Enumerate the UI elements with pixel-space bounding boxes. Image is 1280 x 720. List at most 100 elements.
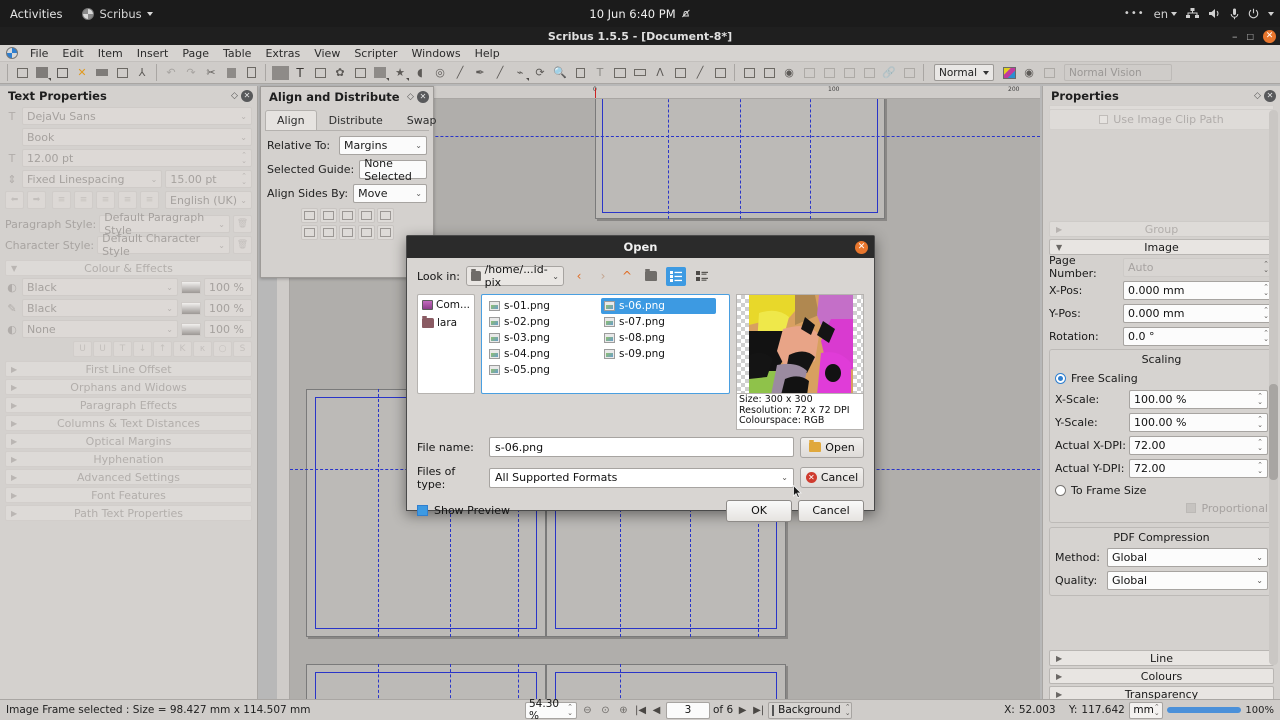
fill-colour-select[interactable]: Black ⌄ (22, 278, 178, 296)
menu-extras[interactable]: Extras (258, 45, 307, 62)
colour-effects-section[interactable]: ▼ Colour & Effects (5, 260, 252, 276)
file-item[interactable]: s-02.png (486, 314, 601, 330)
align-tops-to-bottom-icon[interactable] (376, 225, 394, 240)
stroke-shade-input[interactable]: 100 % (204, 299, 252, 317)
insert-image-frame-icon[interactable] (310, 63, 330, 82)
menu-scripter[interactable]: Scripter (347, 45, 404, 62)
cut-icon[interactable]: ✂ (201, 63, 221, 82)
redo-icon[interactable]: ↷ (181, 63, 201, 82)
align-bottoms-icon[interactable] (357, 225, 375, 240)
language-select[interactable]: English (UK) ⌄ (165, 191, 252, 209)
background-colour-select[interactable]: None ⌄ (22, 320, 178, 338)
visual-appearance-icon[interactable] (1039, 63, 1059, 82)
eyedropper-icon[interactable]: ╱ (690, 63, 710, 82)
align-right-icon[interactable]: ≡ (96, 191, 115, 209)
manage-images-icon[interactable] (710, 63, 730, 82)
proportional-checkbox[interactable]: Proportional (1055, 499, 1268, 517)
menu-help[interactable]: Help (468, 45, 507, 62)
checkbox-icon[interactable] (417, 505, 428, 516)
font-style-select[interactable]: Book ⌄ (22, 128, 252, 146)
back-icon[interactable]: ‹ (570, 267, 588, 285)
background-shade-input[interactable]: 100 % (204, 320, 252, 338)
pdf-text-annotation-icon[interactable] (859, 63, 879, 82)
pdf-link-annotation-icon[interactable]: 🔗 (879, 63, 899, 82)
center-vertically-icon[interactable] (338, 225, 356, 240)
file-item-selected[interactable]: s-06.png (601, 298, 716, 314)
zoom-in-icon[interactable]: ⊕ (616, 703, 631, 718)
insert-shape-icon[interactable] (370, 63, 390, 82)
measurements-icon[interactable]: Λ (650, 63, 670, 82)
float-panel-icon[interactable]: ◇ (228, 89, 241, 102)
menu-file[interactable]: File (23, 45, 55, 62)
close-icon[interactable]: ✕ (1264, 89, 1276, 102)
section-optical-margins[interactable]: ▶ Optical Margins (5, 433, 252, 449)
section-paragraph-effects[interactable]: ▶ Paragraph Effects (5, 397, 252, 413)
print-icon[interactable] (92, 63, 112, 82)
edit-text-story-editor-icon[interactable]: T (590, 63, 610, 82)
file-item[interactable]: s-05.png (486, 362, 601, 378)
font-family-select[interactable]: DejaVu Sans ⌄ (22, 107, 252, 125)
menu-windows[interactable]: Windows (405, 45, 468, 62)
app-menu-scribus[interactable]: Scribus (74, 7, 160, 21)
file-item[interactable]: s-01.png (486, 298, 601, 314)
font-size-input[interactable]: 12.00 pt ⌃ ⌄ (22, 149, 252, 167)
file-item[interactable]: s-04.png (486, 346, 601, 362)
center-horizontally-icon[interactable] (338, 208, 356, 223)
insert-freehand-line-icon[interactable]: ╱ (490, 63, 510, 82)
microphone-icon[interactable] (1230, 8, 1239, 20)
align-bottoms-to-top-icon[interactable] (300, 225, 318, 240)
unlink-text-frames-icon[interactable] (630, 63, 650, 82)
power-icon[interactable] (1248, 8, 1259, 19)
section-advanced-settings[interactable]: ▶ Advanced Settings (5, 469, 252, 485)
file-item[interactable]: s-03.png (486, 330, 601, 346)
align-center-icon[interactable]: ≡ (74, 191, 93, 209)
to-frame-size-radio[interactable]: To Frame Size (1055, 481, 1268, 499)
align-tops-icon[interactable] (319, 225, 337, 240)
undo-icon[interactable]: ↶ (161, 63, 181, 82)
ellipsis-icon[interactable]: ••• (1124, 8, 1145, 19)
insert-spiral-icon[interactable]: ◎ (430, 63, 450, 82)
close-icon[interactable]: ✕ (417, 90, 429, 103)
new-document-icon[interactable] (12, 63, 32, 82)
activities-button[interactable]: Activities (0, 7, 74, 21)
strikethrough-icon[interactable]: T (113, 341, 132, 357)
list-view-icon[interactable] (666, 266, 686, 286)
align-forced-justify-icon[interactable]: ≡ (140, 191, 159, 209)
keyboard-layout-indicator[interactable]: en (1154, 7, 1177, 21)
copy-item-properties-icon[interactable] (670, 63, 690, 82)
rotation-input[interactable]: 0.0 ° ⌃ ⌄ (1123, 326, 1274, 346)
network-icon[interactable] (1186, 8, 1199, 19)
forward-icon[interactable]: › (594, 267, 612, 285)
chevron-down-icon[interactable] (1268, 11, 1274, 16)
open-button[interactable]: Open (800, 436, 864, 458)
insert-render-frame-icon[interactable]: ✿ (330, 63, 350, 82)
text-direction-ltr-icon[interactable]: ⬅ (5, 191, 24, 209)
colour-management-icon[interactable] (999, 63, 1019, 82)
save-document-icon[interactable] (52, 63, 72, 82)
clock[interactable]: 10 Jun 6:40 PM (589, 7, 690, 21)
preflight-verifier-icon[interactable] (112, 63, 132, 82)
paste-icon[interactable] (241, 63, 261, 82)
unit-select[interactable]: mm ⌃ ⌄ (1129, 701, 1164, 719)
section-hyphenation[interactable]: ▶ Hyphenation (5, 451, 252, 467)
next-page-icon[interactable]: ▶ (736, 703, 749, 718)
preview-mode-select[interactable]: Normal (934, 64, 994, 81)
menu-edit[interactable]: Edit (55, 45, 90, 62)
link-text-frames-icon[interactable] (610, 63, 630, 82)
all-caps-icon[interactable]: K (173, 341, 192, 357)
ypos-input[interactable]: 0.000 mm ⌃ ⌄ (1123, 303, 1274, 323)
delete-paragraph-style-icon[interactable]: 🗑 (233, 215, 252, 233)
minimize-button[interactable]: – (1232, 30, 1238, 43)
page-number-input[interactable]: 3 (666, 701, 710, 719)
align-sides-select[interactable]: Move ⌄ (353, 184, 427, 203)
subscript-icon[interactable]: ↓ (133, 341, 152, 357)
align-justify-icon[interactable]: ≡ (118, 191, 137, 209)
character-style-select[interactable]: Default Character Style ⌄ (97, 232, 230, 258)
places-sidebar[interactable]: Com... lara (417, 294, 475, 394)
menu-table[interactable]: Table (216, 45, 258, 62)
open-document-icon[interactable] (32, 63, 52, 82)
place-computer[interactable]: Com... (420, 298, 472, 312)
dialog-close-icon[interactable]: ✕ (855, 240, 868, 254)
xpos-input[interactable]: 0.000 mm ⌃ ⌄ (1123, 280, 1274, 300)
file-list[interactable]: s-01.png s-02.png s-03.png s-04.png s-05… (481, 294, 730, 394)
